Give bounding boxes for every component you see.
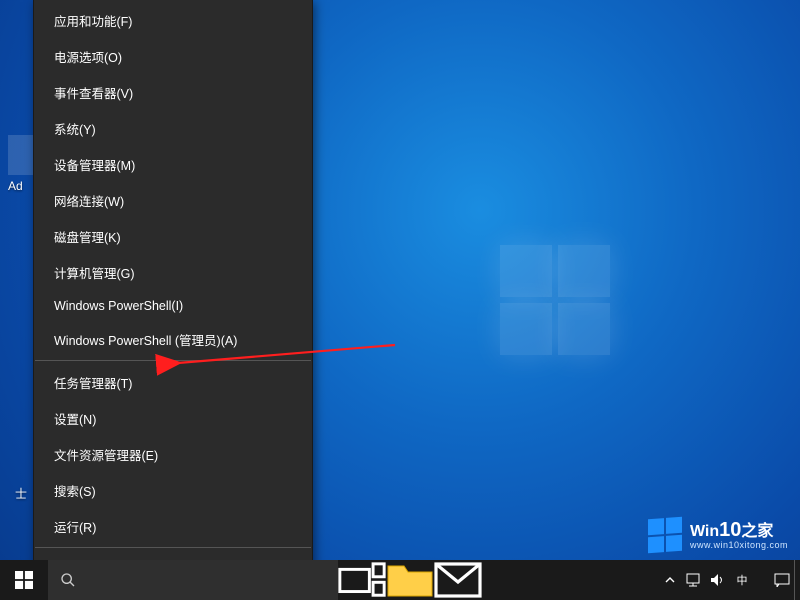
watermark-logo-icon bbox=[648, 517, 682, 553]
tray-network-icon[interactable] bbox=[682, 560, 706, 600]
ctx-item[interactable]: 任务管理器(T) bbox=[34, 364, 312, 400]
search-icon bbox=[60, 572, 76, 588]
windows-icon bbox=[15, 571, 33, 589]
watermark-text-prefix: Win bbox=[690, 523, 719, 540]
folder-icon bbox=[386, 560, 434, 600]
menu-separator bbox=[35, 547, 311, 548]
network-icon bbox=[686, 573, 702, 587]
mail-icon bbox=[434, 562, 482, 598]
show-desktop-button[interactable] bbox=[794, 560, 800, 600]
volume-icon bbox=[710, 573, 726, 587]
task-view-button[interactable] bbox=[338, 560, 386, 600]
action-center-button[interactable] bbox=[770, 560, 794, 600]
taskbar-search[interactable] bbox=[48, 560, 338, 600]
desktop-icon-partial[interactable]: Ad bbox=[8, 135, 33, 193]
desktop-icon-label: Ad bbox=[8, 179, 23, 193]
watermark-text-big: 10 bbox=[719, 519, 741, 541]
ctx-item[interactable]: 应用和功能(F) bbox=[34, 2, 312, 38]
ctx-item[interactable]: 系统(Y) bbox=[34, 110, 312, 146]
taskbar-app-mail[interactable] bbox=[434, 560, 482, 600]
task-view-icon bbox=[338, 562, 386, 599]
menu-separator bbox=[35, 360, 311, 361]
ctx-item[interactable]: Windows PowerShell (管理员)(A) bbox=[34, 321, 312, 357]
winx-context-menu: 应用和功能(F)电源选项(O)事件查看器(V)系统(Y)设备管理器(M)网络连接… bbox=[33, 0, 313, 600]
ctx-item[interactable]: 事件查看器(V) bbox=[34, 74, 312, 110]
tray-ime-icon[interactable]: 中 bbox=[730, 560, 754, 600]
ctx-item[interactable]: 运行(R) bbox=[34, 508, 312, 544]
tray-overflow-button[interactable] bbox=[658, 560, 682, 600]
system-tray: 中 bbox=[658, 560, 800, 600]
ctx-item[interactable]: 文件资源管理器(E) bbox=[34, 436, 312, 472]
desktop-icon-partial-2[interactable] bbox=[17, 367, 27, 447]
ctx-item[interactable]: 磁盘管理(K) bbox=[34, 218, 312, 254]
ctx-item[interactable]: 设置(N) bbox=[34, 400, 312, 436]
watermark-url: www.win10xitong.com bbox=[690, 541, 788, 550]
ctx-item[interactable]: 计算机管理(G) bbox=[34, 254, 312, 290]
watermark-text-suffix: 之家 bbox=[741, 523, 773, 540]
ctx-item[interactable]: 电源选项(O) bbox=[34, 38, 312, 74]
ctx-item[interactable]: 设备管理器(M) bbox=[34, 146, 312, 182]
watermark: Win10之家 www.win10xitong.com bbox=[648, 518, 788, 552]
chevron-up-icon bbox=[665, 575, 675, 585]
notification-icon bbox=[774, 573, 790, 587]
ctx-item[interactable]: 搜索(S) bbox=[34, 472, 312, 508]
taskbar-app-explorer[interactable] bbox=[386, 560, 434, 600]
windows-logo-graphic bbox=[500, 245, 620, 365]
tray-volume-icon[interactable] bbox=[706, 560, 730, 600]
ctx-item[interactable]: 网络连接(W) bbox=[34, 182, 312, 218]
start-button[interactable] bbox=[0, 560, 48, 600]
ctx-item[interactable]: Windows PowerShell(I) bbox=[34, 290, 312, 321]
desktop-icon-label-2: 士 bbox=[15, 485, 27, 502]
